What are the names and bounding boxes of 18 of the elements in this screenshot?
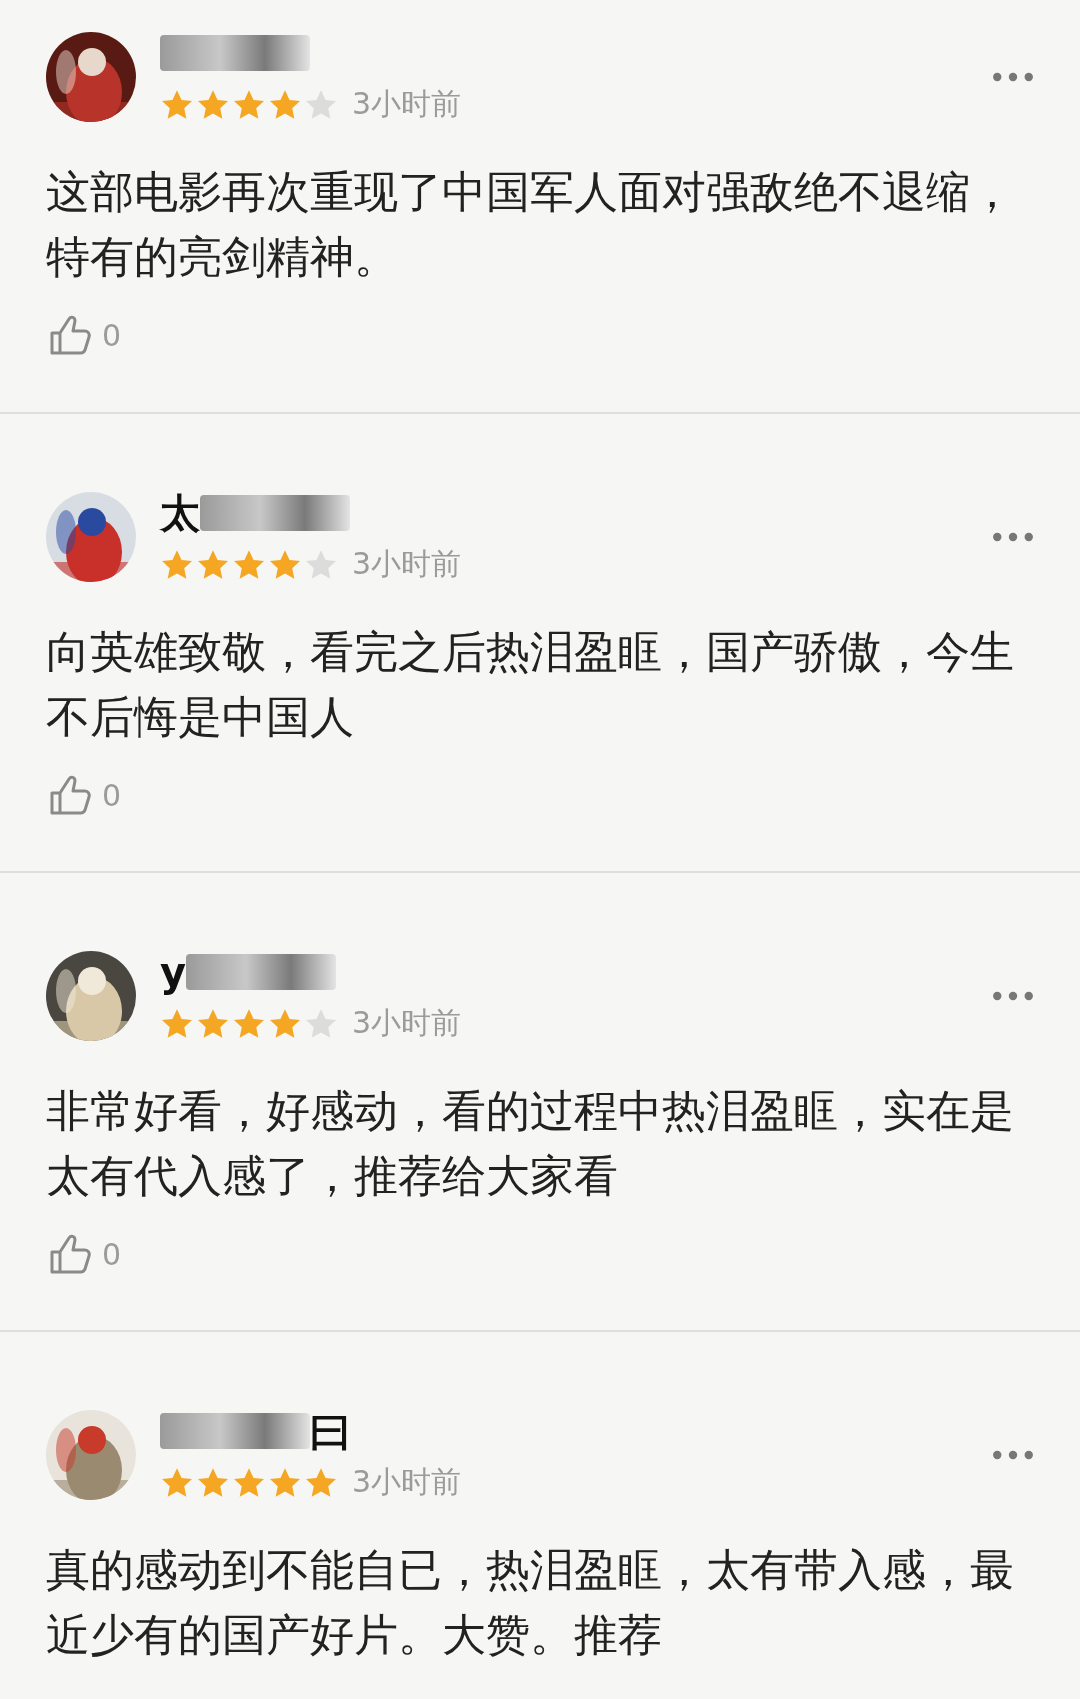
user-name[interactable]: y xyxy=(160,949,187,995)
like-count: 0 xyxy=(102,1236,122,1272)
review-text: 这部电影再次重现了中国军人面对强敌绝不退缩，特有的亮剑精神。 xyxy=(46,165,1015,284)
user-name[interactable]: 曰 xyxy=(310,1403,350,1459)
more-icon xyxy=(992,530,1034,543)
like-count: 0 xyxy=(102,777,122,813)
review-text: 真的感动到不能自已，热泪盈眶，太有带入感，最近少有的国产好片。大赞。推荐 xyxy=(46,1543,1015,1662)
more-icon xyxy=(992,1448,1034,1461)
review-time: 3小时前 xyxy=(352,1004,462,1042)
more-icon xyxy=(992,989,1034,1002)
review-time: 3小时前 xyxy=(352,1463,462,1501)
more-icon xyxy=(992,70,1034,83)
review-text: 向英雄致敬，看完之后热泪盈眶，国产骄傲，今生不后悔是中国人 xyxy=(46,625,1015,744)
review-time: 3小时前 xyxy=(352,85,462,123)
review-text: 非常好看，好感动，看的过程中热泪盈眶，实在是太有代入感了，推荐给大家看 xyxy=(46,1084,1015,1203)
user-name[interactable]: 太 xyxy=(160,485,200,541)
review-time: 3小时前 xyxy=(352,545,462,583)
like-count: 0 xyxy=(102,317,122,353)
